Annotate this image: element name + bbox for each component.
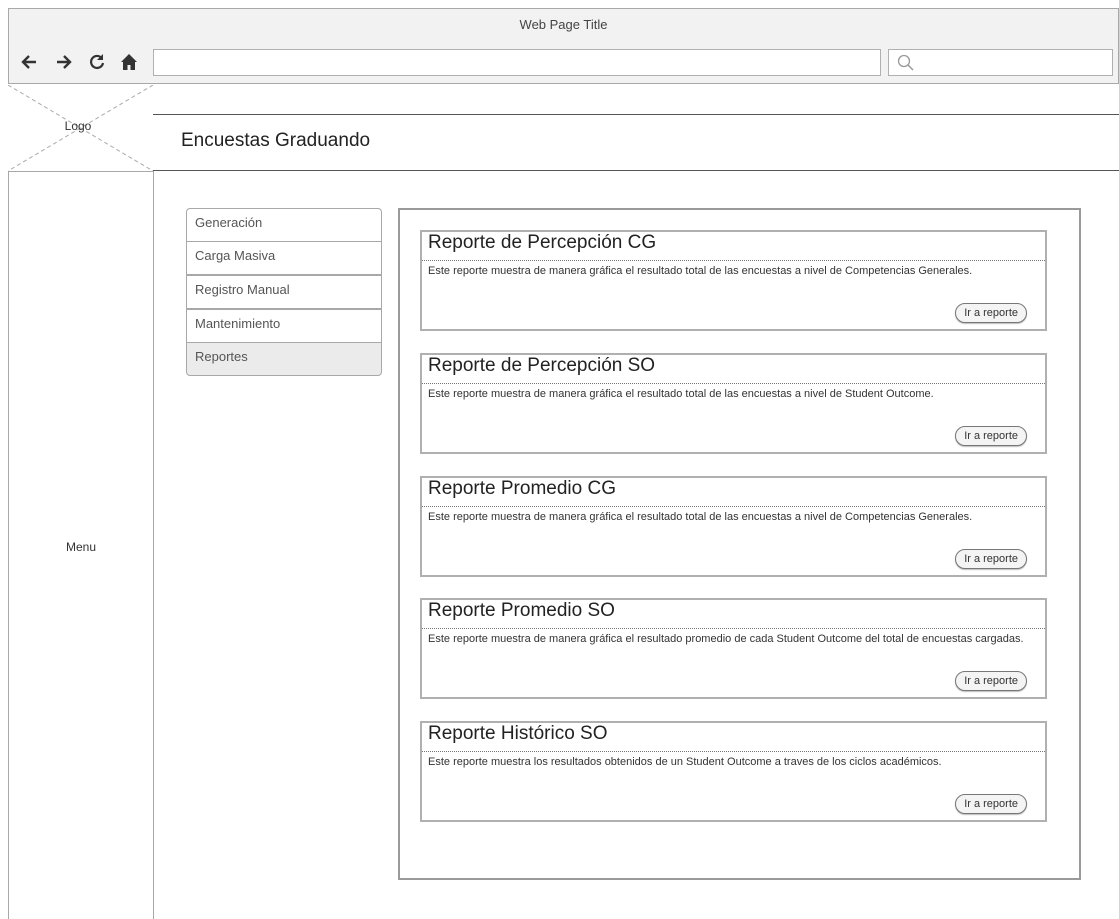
report-card: Reporte Promedio CG Este reporte muestra…	[420, 476, 1047, 577]
page-header	[153, 84, 1119, 171]
report-title: Reporte Promedio CG	[428, 478, 616, 499]
report-description: Este reporte muestra de manera gráfica e…	[428, 633, 1024, 645]
window-title: Web Page Title	[519, 17, 608, 32]
submenu-item-label: Carga Masiva	[195, 248, 276, 263]
go-to-report-button[interactable]: Ir a reporte	[955, 671, 1027, 691]
report-title: Reporte Histórico SO	[428, 723, 608, 744]
submenu-item-mantenimiento[interactable]: Mantenimiento	[186, 309, 382, 343]
submenu-item-label: Mantenimiento	[195, 316, 281, 331]
page-title: Encuestas Graduando	[181, 130, 371, 151]
search-icon	[896, 53, 916, 73]
go-to-report-button[interactable]: Ir a reporte	[955, 549, 1027, 569]
report-description: Este reporte muestra de manera gráfica e…	[428, 511, 973, 523]
submenu-item-label: Registro Manual	[195, 282, 290, 297]
report-divider	[422, 260, 1045, 261]
go-to-report-button[interactable]: Ir a reporte	[955, 303, 1027, 323]
reload-icon[interactable]	[85, 49, 109, 75]
address-bar[interactable]	[153, 49, 881, 76]
search-input[interactable]	[888, 49, 1113, 76]
report-title: Reporte Promedio SO	[428, 600, 615, 621]
sidebar-menu-label: Menu	[65, 540, 97, 554]
back-arrow-icon[interactable]	[17, 49, 41, 75]
submenu-item-carga-masiva[interactable]: Carga Masiva	[186, 241, 382, 275]
go-to-report-button[interactable]: Ir a reporte	[955, 794, 1027, 814]
submenu-item-reportes[interactable]: Reportes	[186, 342, 382, 376]
submenu-item-label: Generación	[195, 215, 263, 230]
window-title-bar: Web Page Title	[8, 8, 1119, 42]
submenu-item-label: Reportes	[195, 349, 248, 364]
home-icon[interactable]	[117, 49, 141, 75]
report-divider	[422, 383, 1045, 384]
logo-label: Logo	[64, 119, 92, 133]
submenu-item-registro-manual[interactable]: Registro Manual	[186, 275, 382, 309]
report-card: Reporte Promedio SO Este reporte muestra…	[420, 598, 1047, 699]
report-card: Reporte Histórico SO Este reporte muestr…	[420, 721, 1047, 822]
report-divider	[422, 628, 1045, 629]
report-card: Reporte de Percepción CG Este reporte mu…	[420, 230, 1047, 331]
header-divider-top	[153, 114, 1119, 115]
report-description: Este reporte muestra de manera gráfica e…	[428, 388, 934, 400]
report-title: Reporte de Percepción SO	[428, 355, 656, 376]
report-divider	[422, 506, 1045, 507]
forward-arrow-icon[interactable]	[52, 49, 76, 75]
report-title: Reporte de Percepción CG	[428, 232, 657, 253]
header-divider-bottom	[153, 170, 1119, 171]
report-card: Reporte de Percepción SO Este reporte mu…	[420, 353, 1047, 454]
submenu-item-generacion[interactable]: Generación	[186, 208, 382, 242]
go-to-report-button[interactable]: Ir a reporte	[955, 426, 1027, 446]
report-divider	[422, 751, 1045, 752]
report-description: Este reporte muestra los resultados obte…	[428, 756, 942, 768]
report-description: Este reporte muestra de manera gráfica e…	[428, 265, 973, 277]
